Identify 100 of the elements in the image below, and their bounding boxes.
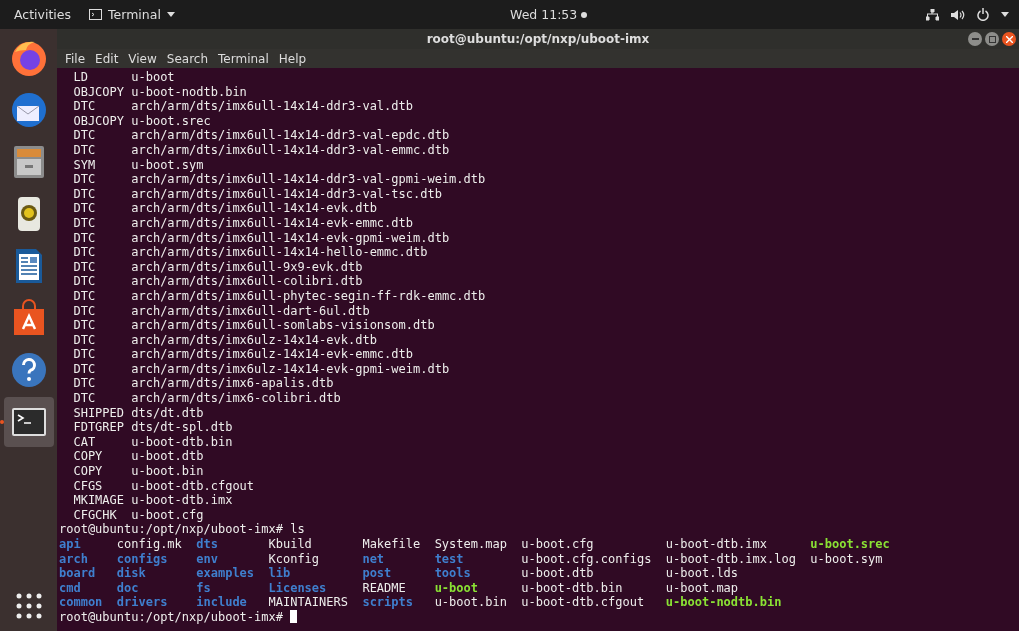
build-target: dts/dt-spl.dtb (131, 420, 233, 435)
file-name: u-boot (434, 580, 478, 596)
build-target: u-boot.srec (131, 113, 211, 129)
build-step: DTC (73, 332, 132, 348)
build-target: u-boot.bin (131, 464, 204, 479)
close-button[interactable] (1002, 32, 1016, 46)
file-name: tools (434, 566, 471, 581)
build-target: arch/arm/dts/imx6ulz-14x14-evk-gpmi-weim.dtb (131, 361, 450, 377)
menu-item[interactable]: Search (166, 51, 209, 66)
file-name: include (196, 595, 247, 610)
maximize-button[interactable] (985, 32, 999, 46)
file-name: u-boot.map (665, 580, 739, 596)
build-step: OBJCOPY (73, 113, 132, 129)
build-target: arch/arm/dts/imx6ull-14x14-evk.dtb (131, 201, 377, 216)
build-target: arch/arm/dts/imx6ull-14x14-ddr3-val.dtb (131, 99, 413, 114)
file-name: scripts (362, 595, 413, 610)
file-name: configs (116, 551, 168, 567)
build-target: arch/arm/dts/imx6ull-14x14-evk-emmc.dtb (131, 215, 413, 231)
build-target: arch/arm/dts/imx6ull-14x14-ddr3-val-gpmi-weim.dtb (131, 172, 486, 187)
build-target: arch/arm/dts/imx6ull-somlabs-visionsom.dtb (131, 318, 435, 333)
build-step: FDTGREP (73, 420, 132, 435)
maximize-icon (988, 35, 996, 43)
file-name: u-boot-nodtb.bin (665, 595, 782, 610)
menu-item[interactable]: File (65, 51, 86, 66)
file-name: examples (196, 566, 255, 581)
build-step: DTC (73, 288, 132, 304)
build-step: DTC (73, 391, 132, 406)
file-name: u-boot.cfg.configs (521, 551, 652, 567)
app-menu[interactable]: Terminal (89, 7, 175, 22)
caret-icon[interactable] (1001, 12, 1009, 17)
build-target: arch/arm/dts/imx6ull-14x14-ddr3-val-tsc.dtb (131, 186, 442, 202)
build-step: COPY (73, 464, 132, 479)
build-step: DTC (73, 347, 132, 362)
file-name: dts (196, 537, 218, 552)
build-step: CAT (73, 434, 132, 450)
build-target: arch/arm/dts/imx6-colibri.dtb (131, 391, 341, 406)
build-target: u-boot (131, 70, 175, 85)
power-icon[interactable] (977, 8, 989, 21)
shell-prompt: root@ubuntu:/opt/nxp/uboot-imx# (59, 522, 283, 537)
file-name: u-boot.sym (810, 551, 883, 567)
build-step: DTC (73, 245, 132, 260)
build-target: arch/arm/dts/imx6ull-14x14-evk-gpmi-weim.dtb (131, 230, 450, 246)
build-step: OBJCOPY (73, 84, 132, 100)
minimize-icon (971, 38, 979, 40)
file-name: u-boot.srec (810, 537, 890, 552)
build-target: arch/arm/dts/imx6ull-phytec-segin-ff-rdk-emmc.dtb (131, 288, 486, 304)
build-step: DTC (73, 376, 132, 392)
menu-item[interactable]: View (128, 51, 157, 66)
menu-item[interactable]: Help (278, 51, 307, 66)
build-target: u-boot-dtb.bin (131, 434, 233, 450)
dock-item[interactable] (3, 397, 54, 447)
build-target: arch/arm/dts/imx6-apalis.dtb (131, 376, 334, 392)
shell-command: ls (290, 522, 305, 537)
file-name: Kbuild (268, 537, 312, 552)
build-target: u-boot.sym (131, 157, 204, 173)
network-icon[interactable] (926, 8, 939, 21)
menu-item[interactable]: Terminal (218, 51, 269, 66)
build-step: MKIMAGE (73, 493, 132, 508)
file-name: arch (59, 551, 88, 567)
clock[interactable]: Wed 11:53 (510, 7, 578, 22)
text-cursor (290, 609, 298, 623)
build-target: arch/arm/dts/imx6ull-colibri.dtb (131, 274, 363, 289)
file-name: u-boot.dtb (521, 566, 594, 581)
file-name: MAINTAINERS (268, 595, 348, 610)
build-step: LD (73, 70, 132, 85)
build-step: CFGCHK (73, 507, 132, 523)
build-step: DTC (73, 201, 132, 216)
build-target: arch/arm/dts/imx6ull-dart-6ul.dtb (131, 303, 370, 319)
minimize-button[interactable] (968, 32, 982, 46)
file-name: disk (116, 566, 146, 581)
build-target: arch/arm/dts/imx6ull-14x14-ddr3-val-epdc.dtb (131, 128, 450, 143)
build-target: u-boot.cfg (131, 507, 204, 523)
terminal-icon (89, 9, 103, 20)
file-name: api (59, 537, 81, 552)
menu-item[interactable]: Edit (95, 51, 119, 66)
build-target: arch/arm/dts/imx6ull-14x14-ddr3-val-emmc.dtb (131, 142, 450, 158)
build-target: u-boot.dtb (131, 449, 204, 465)
file-name: env (196, 551, 218, 567)
file-name: fs (196, 580, 211, 596)
build-step: DTC (73, 99, 132, 114)
build-step: DTC (73, 186, 132, 202)
file-name: System.map (434, 537, 507, 552)
file-name: u-boot-dtb.cfgout (521, 595, 645, 610)
app-grid-icon[interactable] (15, 593, 42, 619)
build-target: arch/arm/dts/imx6ulz-14x14-evk-emmc.dtb (131, 347, 413, 362)
close-icon (1005, 35, 1013, 43)
build-target: u-boot-nodtb.bin (131, 84, 247, 100)
file-name: u-boot.lds (665, 566, 739, 581)
notification-dot-icon (581, 11, 588, 18)
file-name: u-boot.cfg (521, 537, 594, 552)
volume-icon[interactable] (951, 8, 965, 21)
file-name: README (362, 580, 406, 596)
window-title: root@ubuntu:/opt/nxp/uboot-imx (426, 32, 650, 46)
build-target: u-boot-dtb.imx (131, 493, 233, 508)
build-target: arch/arm/dts/imx6ull-14x14-hello-emmc.dtb (131, 245, 428, 260)
file-name: test (434, 551, 464, 567)
build-step: DTC (73, 172, 132, 187)
build-step: DTC (73, 361, 132, 377)
file-name: u-boot.bin (434, 595, 507, 610)
activities-button[interactable]: Activities (14, 7, 72, 22)
